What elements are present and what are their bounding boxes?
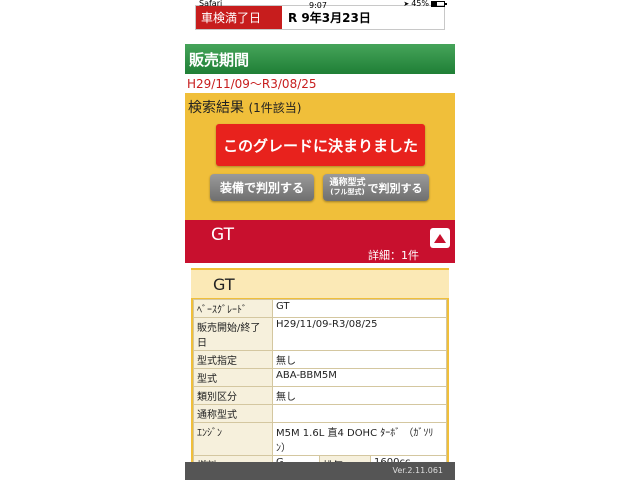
- spec-key: 通称型式: [193, 404, 273, 423]
- grade-band-detail: 詳細：1件: [368, 249, 419, 262]
- search-count: (1件該当): [248, 101, 302, 115]
- table-row: ﾍﾞｰｽｸﾞﾚｰﾄﾞ GT: [193, 299, 447, 318]
- status-bar: Safari 9:07 ➤ 45%: [185, 0, 455, 10]
- spec-value: H29/11/09-R3/08/25: [272, 317, 447, 351]
- model-button-line1: 通称型式: [329, 177, 366, 188]
- spec-key: 型式: [193, 368, 273, 387]
- spec-key: 類別区分: [193, 386, 273, 405]
- spec-key: 型式指定: [193, 350, 273, 369]
- spec-table: ﾍﾞｰｽｸﾞﾚｰﾄﾞ GT 販売開始/終了日 H29/11/09-R3/08/25 …: [193, 299, 447, 474]
- battery-percent: 45%: [411, 0, 429, 8]
- search-results-section: 検索結果 (1件該当) このグレードに決まりました 装備で判別する 通称型式 (…: [185, 93, 455, 220]
- spec-key: ｴﾝｼﾞﾝ: [193, 422, 273, 456]
- spec-value: M5M 1.6L 直4 DOHC ﾀｰﾎﾞ （ｶﾞｿﾘﾝ）: [272, 422, 447, 456]
- model-button-line2: (フル型式): [330, 187, 365, 196]
- table-row: 類別区分 無し: [193, 386, 447, 405]
- table-row: 販売開始/終了日 H29/11/09-R3/08/25: [193, 317, 447, 351]
- location-arrow-icon: ➤: [403, 0, 410, 8]
- search-results-title: 検索結果 (1件該当): [188, 97, 301, 117]
- spec-value: GT: [272, 299, 447, 318]
- table-row: ｴﾝｼﾞﾝ M5M 1.6L 直4 DOHC ﾀｰﾎﾞ （ｶﾞｿﾘﾝ）: [193, 422, 447, 456]
- sale-period-header: 販売期間: [185, 44, 455, 74]
- table-row: 型式 ABA-BBM5M: [193, 368, 447, 387]
- grade-detail-card: GT ﾍﾞｰｽｸﾞﾚｰﾄﾞ GT 販売開始/終了日 H29/11/09-R3/08/…: [191, 268, 449, 474]
- decide-grade-button[interactable]: このグレードに決まりました: [216, 124, 425, 166]
- triangle-up-icon: [434, 233, 446, 243]
- grade-band-title: GT: [211, 225, 234, 245]
- footer-bar: Ver.2.11.061: [185, 462, 455, 480]
- phone-screen: Safari 9:07 ➤ 45% 車検満了日 R 9年3月23日 販売期間 H…: [185, 0, 455, 480]
- carrier-label: Safari: [199, 0, 223, 8]
- battery-icon: [431, 0, 447, 7]
- version-label: Ver.2.11.061: [392, 466, 444, 475]
- judge-by-model-button[interactable]: 通称型式 (フル型式) で判別する: [323, 174, 429, 201]
- spec-key: 販売開始/終了日: [193, 317, 273, 351]
- spec-value: 無し: [272, 386, 447, 405]
- battery-indicator: ➤ 45%: [403, 0, 447, 8]
- model-button-suffix: で判別する: [367, 181, 423, 195]
- spec-key: ﾍﾞｰｽｸﾞﾚｰﾄﾞ: [193, 299, 273, 318]
- table-row: 型式指定 無し: [193, 350, 447, 369]
- spec-value: 無し: [272, 350, 447, 369]
- table-row: 通称型式: [193, 404, 447, 423]
- search-title-text: 検索結果: [188, 100, 244, 116]
- judge-by-equipment-button[interactable]: 装備で判別する: [210, 174, 314, 201]
- model-button-stack: 通称型式 (フル型式): [329, 177, 366, 197]
- spec-value: [272, 404, 447, 423]
- collapse-button[interactable]: [430, 228, 450, 248]
- spec-value: ABA-BBM5M: [272, 368, 447, 387]
- sale-period-value: H29/11/09〜R3/08/25: [187, 77, 317, 91]
- grade-band[interactable]: GT 詳細：1件: [185, 220, 455, 263]
- card-title: GT: [191, 270, 449, 298]
- clock: 9:07: [309, 1, 327, 10]
